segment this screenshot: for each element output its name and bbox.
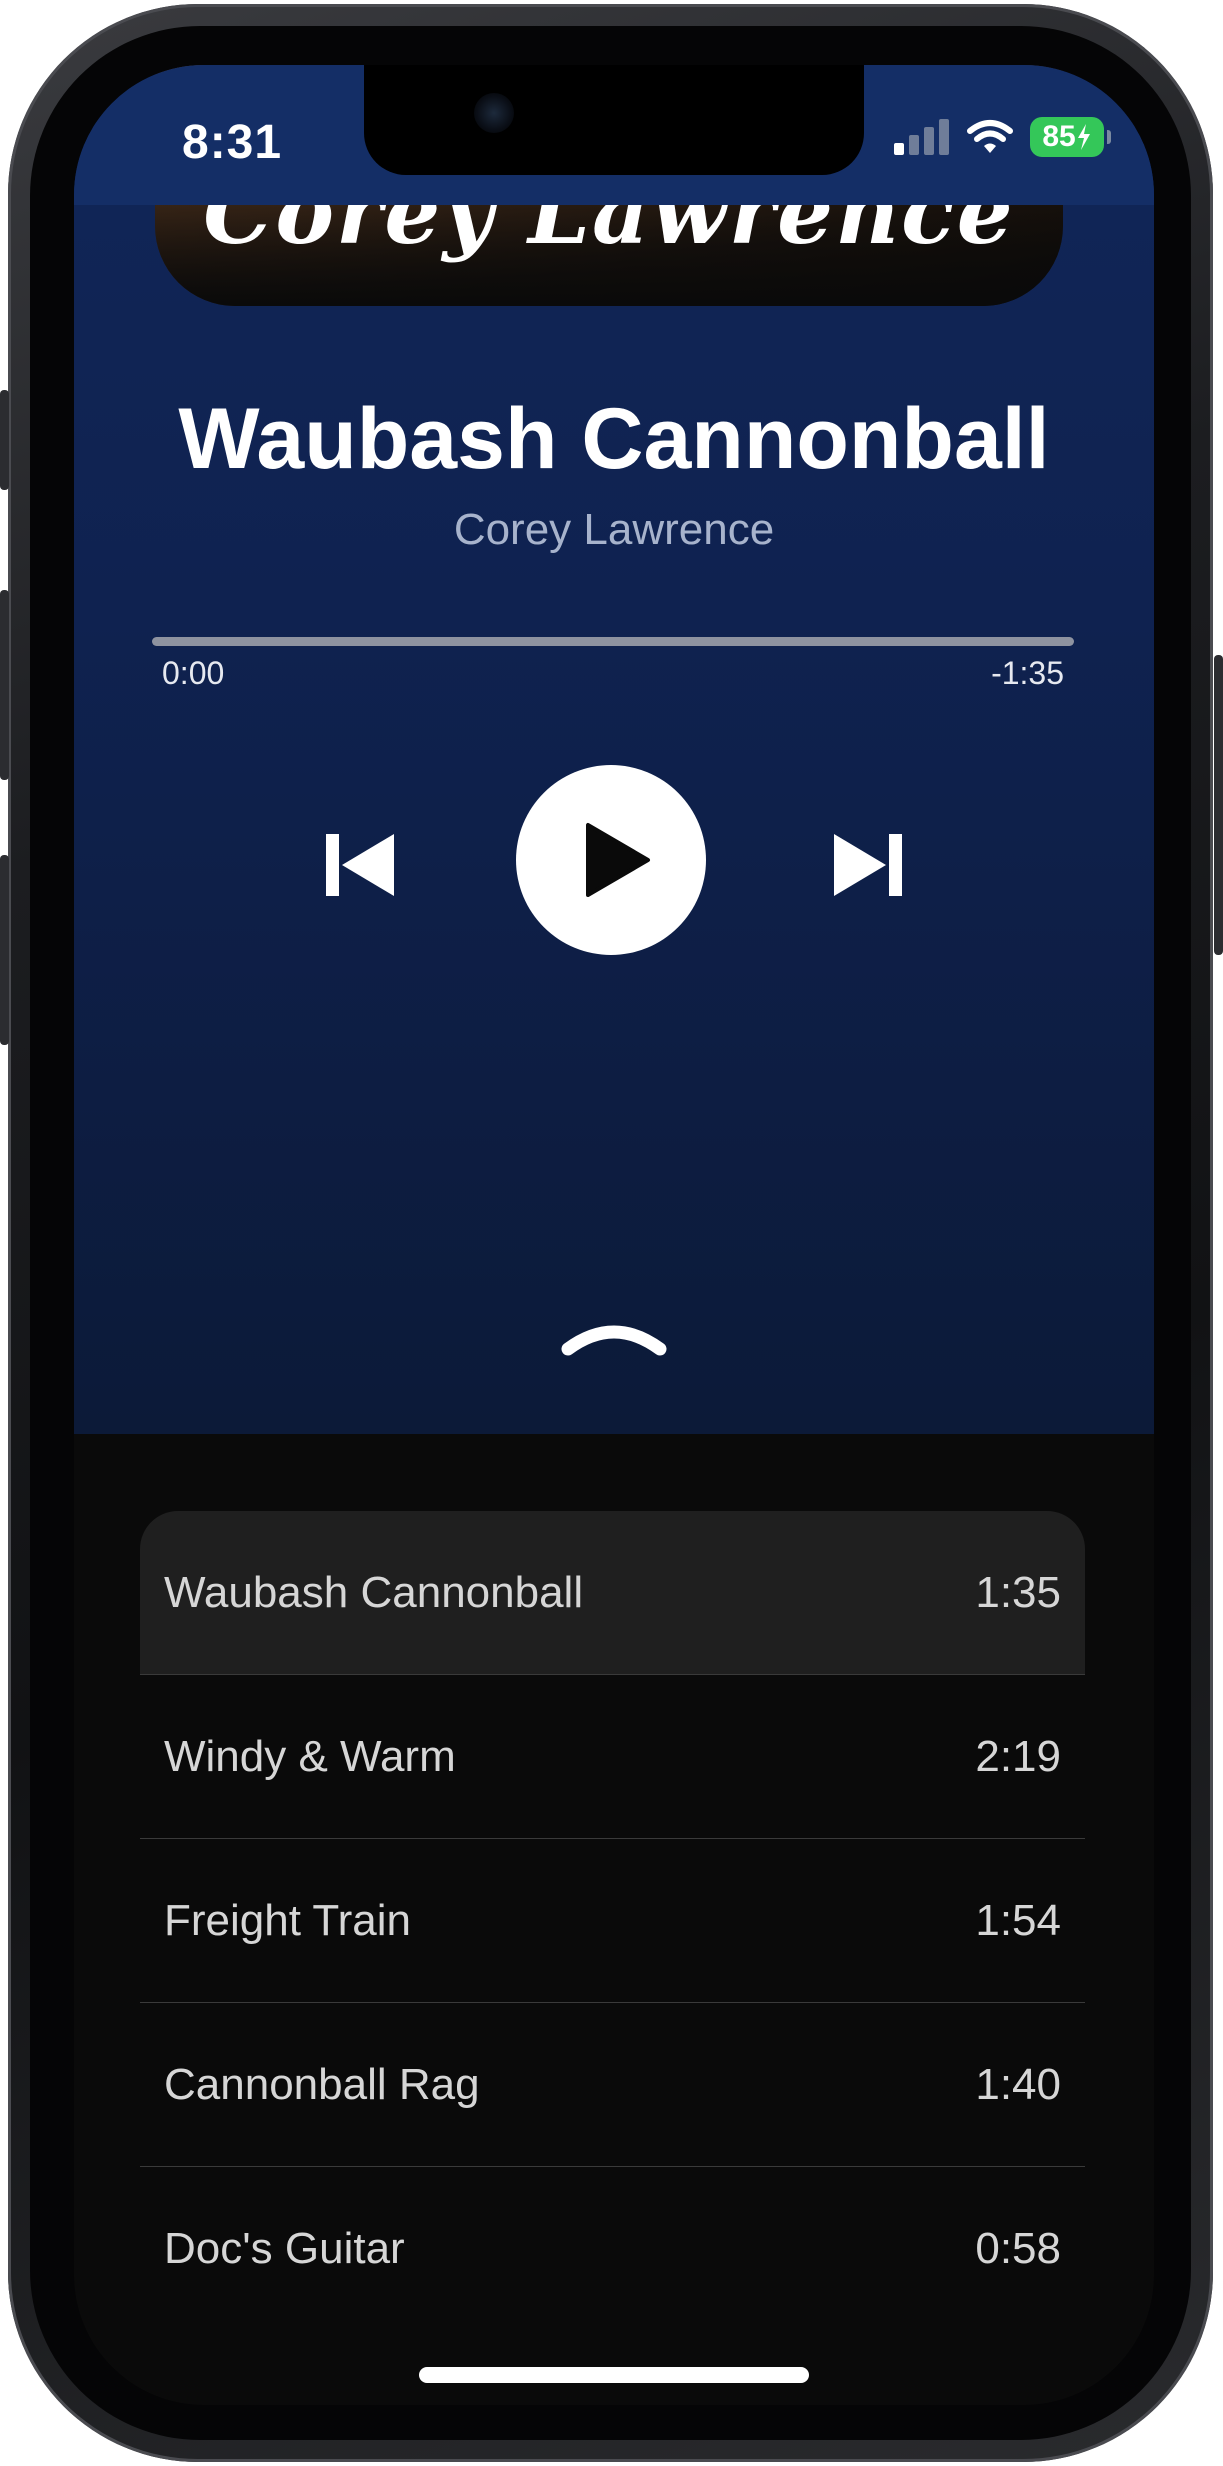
volume-down-button [0, 855, 9, 1045]
battery-indicator: 85 [1030, 117, 1111, 157]
screen: Corey Lawrence Waubash Cannonball Corey … [74, 65, 1154, 2405]
track-duration: 1:35 [975, 1567, 1061, 1617]
track-duration: 2:19 [975, 1731, 1061, 1781]
chevron-up-icon [561, 1325, 667, 1356]
track-name: Doc's Guitar [164, 2224, 405, 2273]
now-playing-panel: Corey Lawrence Waubash Cannonball Corey … [74, 65, 1154, 1434]
playlist-row[interactable]: Cannonball Rag 1:40 [140, 2003, 1085, 2167]
notch [364, 65, 864, 175]
action-button [0, 390, 9, 490]
play-icon [586, 823, 650, 897]
status-icons: 85 [894, 117, 1111, 157]
artist-name: Corey Lawrence [453, 505, 775, 554]
track-duration: 0:58 [975, 2224, 1061, 2273]
battery-level: 85 [1042, 120, 1076, 153]
front-camera [474, 93, 514, 133]
track-duration: 1:54 [975, 1895, 1061, 1945]
song-title: Waubash Cannonball [178, 391, 1050, 487]
status-time: 8:31 [182, 116, 283, 169]
wifi-icon [967, 120, 1013, 153]
playlist-row[interactable]: Doc's Guitar 0:58 [140, 2167, 1085, 2331]
skip-previous-icon [326, 834, 394, 896]
bolt-icon [1077, 124, 1090, 150]
next-track-button[interactable] [824, 820, 914, 910]
playlist: Waubash Cannonball 1:35 Windy & Warm 2:1… [140, 1511, 1085, 2331]
expand-playlist-button[interactable] [554, 1305, 674, 1365]
home-indicator[interactable] [419, 2367, 809, 2383]
playlist-row[interactable]: Windy & Warm 2:19 [140, 1675, 1085, 1839]
track-name: Windy & Warm [164, 1731, 456, 1781]
elapsed-time: 0:00 [162, 655, 225, 691]
power-button [1214, 655, 1223, 955]
playlist-row[interactable]: Freight Train 1:54 [140, 1839, 1085, 2003]
track-name: Freight Train [164, 1895, 411, 1945]
previous-track-button[interactable] [314, 820, 404, 910]
skip-next-icon [834, 834, 902, 896]
track-name: Cannonball Rag [164, 2059, 480, 2109]
play-button[interactable] [516, 765, 706, 955]
remaining-time: -1:35 [991, 655, 1064, 691]
track-name: Waubash Cannonball [164, 1567, 584, 1617]
track-duration: 1:40 [975, 2059, 1061, 2109]
progress-bar[interactable] [152, 637, 1074, 646]
cellular-signal-icon [894, 119, 949, 155]
volume-up-button [0, 590, 9, 780]
playlist-row[interactable]: Waubash Cannonball 1:35 [140, 1511, 1085, 1675]
